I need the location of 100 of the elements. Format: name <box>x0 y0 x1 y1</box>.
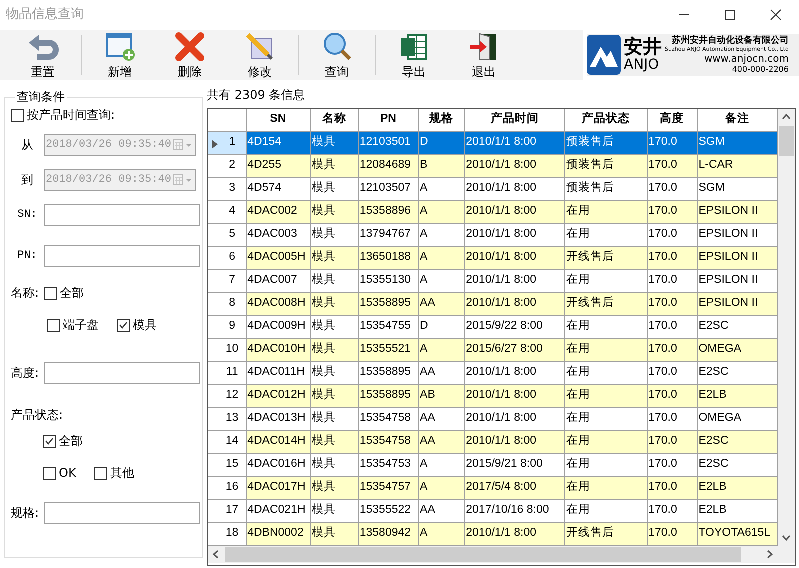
table-row[interactable]: 3 4D574 模具 12103507 A 2010/1/1 8:00 预装售后 170.0 SGM <box>208 177 778 200</box>
toolbar-button[interactable]: 退出 <box>449 31 519 79</box>
table-cell: 170.0 <box>647 522 698 545</box>
checkbox[interactable] <box>43 434 56 448</box>
current-row-triangle-icon <box>212 140 218 148</box>
checkbox[interactable] <box>47 318 60 332</box>
toolbar-button[interactable]: 修改 <box>225 31 295 79</box>
table-cell: 170.0 <box>647 177 698 200</box>
checkbox-label: OK <box>59 465 76 482</box>
column-header[interactable]: 产品状态 <box>564 109 648 131</box>
table-cell: 4DBN0002 <box>246 522 310 545</box>
logo-name: ANJO <box>624 57 660 73</box>
input-field[interactable] <box>44 245 200 267</box>
table-row[interactable]: 9 4DAC009H 模具 15354755 D 2015/9/22 8:00 在用 170.0 E2SC <box>208 315 778 338</box>
table-row[interactable]: 12 4DAC012H 模具 15358895 AB 2010/1/1 8:00 在用 170.0 E2LB <box>208 384 778 407</box>
table-row[interactable]: 6 4DAC005H 模具 13650188 A 2010/1/1 8:00 开线售后 170.0 EPSILON II <box>208 246 778 269</box>
company-name: 苏州安井自动化设备有限公司 <box>672 36 789 46</box>
table-cell: 170.0 <box>647 499 698 522</box>
table-row[interactable]: 16 4DAC017H 模具 15354757 A 2017/5/4 8:00 在用 170.0 E2LB <box>208 476 778 499</box>
table-cell: 模具 <box>310 315 358 338</box>
toolbar-button[interactable]: 删除 <box>155 31 225 79</box>
table-cell: 15355522 <box>358 499 419 522</box>
table-cell: 15355130 <box>358 269 419 292</box>
table-cell: 170.0 <box>647 384 698 407</box>
horizontal-scrollbar[interactable] <box>208 546 795 562</box>
table-row[interactable]: 1 4D154 模具 12103501 D 2010/1/1 8:00 预装售后 170.0 SGM <box>208 131 778 154</box>
table-cell: 预装售后 <box>564 154 648 177</box>
row-number: 15 <box>226 458 239 470</box>
table-cell: 13580942 <box>358 522 419 545</box>
close-icon[interactable] <box>770 9 782 21</box>
table-cell: 4D574 <box>246 177 310 200</box>
checkbox-label: 全部 <box>60 285 84 302</box>
table-row[interactable]: 5 4DAC003 模具 13794767 A 2010/1/1 8:00 在用 170.0 EPSILON II <box>208 223 778 246</box>
table-cell: EPSILON II <box>697 200 778 223</box>
scroll-thumb[interactable] <box>225 546 741 562</box>
column-header[interactable]: 备注 <box>697 109 778 131</box>
checkbox[interactable] <box>44 286 57 300</box>
table-cell: 4DAC003 <box>246 223 310 246</box>
row-number: 13 <box>226 412 239 424</box>
column-header[interactable]: PN <box>358 109 419 131</box>
table-cell: 2010/1/1 8:00 <box>464 430 565 453</box>
table-cell: 15354758 <box>358 430 419 453</box>
row-number: 5 <box>229 228 236 240</box>
checkbox-label: 模具 <box>133 317 157 334</box>
table-cell: L-CAR <box>697 154 778 177</box>
table-cell: 模具 <box>310 499 358 522</box>
column-header[interactable]: 产品时间 <box>464 109 565 131</box>
table-cell: 模具 <box>310 453 358 476</box>
input-field[interactable] <box>44 362 200 384</box>
maximize-icon[interactable] <box>724 9 736 21</box>
table-cell: 4DAC011H <box>246 361 310 384</box>
phone-number: 400-000-2206 <box>732 65 789 74</box>
table-cell: 模具 <box>310 361 358 384</box>
table-row[interactable]: 2 4D255 模具 12084689 B 2010/1/1 8:00 预装售后 170.0 L-CAR <box>208 154 778 177</box>
table-cell: 170.0 <box>647 131 698 154</box>
checkbox-label: 按产品时间查询: <box>27 107 116 124</box>
table-row[interactable]: 8 4DAC008H 模具 15358895 AA 2010/1/1 8:00 开线售后 170.0 EPSILON II <box>208 292 778 315</box>
table-cell: 15354755 <box>358 315 419 338</box>
table-cell: 模具 <box>310 522 358 545</box>
column-header[interactable]: 名称 <box>310 109 358 131</box>
table-row[interactable]: 7 4DAC007 模具 15355130 A 2010/1/1 8:00 在用 170.0 EPSILON II <box>208 269 778 292</box>
checkbox[interactable] <box>43 466 56 480</box>
table-cell: 2010/1/1 8:00 <box>464 407 565 430</box>
table-cell: 在用 <box>564 361 648 384</box>
table-cell: 13794767 <box>358 223 419 246</box>
toolbar-button[interactable]: 导出 <box>379 31 449 79</box>
checkbox[interactable] <box>117 318 130 332</box>
table-row[interactable]: 10 4DAC010H 模具 15355521 A 2015/6/27 8:00 在用 170.0 OMEGA <box>208 338 778 361</box>
table-cell: 在用 <box>564 384 648 407</box>
checkbox[interactable] <box>11 108 24 122</box>
table-cell: AA <box>418 430 465 453</box>
table-cell: 模具 <box>310 177 358 200</box>
column-header[interactable]: SN <box>246 109 310 131</box>
table-row[interactable]: 17 4DAC021H 模具 15355522 AA 2017/10/16 8:00 在用 170.0 E2LB <box>208 499 778 522</box>
column-header[interactable]: 规格 <box>418 109 465 131</box>
table-cell: 在用 <box>564 430 648 453</box>
table-cell: 2010/1/1 8:00 <box>464 223 565 246</box>
table-row[interactable]: 15 4DAC016H 模具 15354753 A 2015/9/21 8:00 在用 170.0 E2SC <box>208 453 778 476</box>
table-cell: B <box>418 154 465 177</box>
table-cell: 模具 <box>310 269 358 292</box>
toolbar-button[interactable]: 查询 <box>302 31 372 79</box>
check-icon <box>45 436 54 446</box>
scroll-thumb[interactable] <box>779 126 794 156</box>
table-row[interactable]: 4 4DAC002 模具 15358896 A 2010/1/1 8:00 在用 170.0 EPSILON II <box>208 200 778 223</box>
table-row[interactable]: 14 4DAC014H 模具 15354758 AA 2010/1/1 8:00 在用 170.0 E2SC <box>208 430 778 453</box>
table-cell: 4DAC007 <box>246 269 310 292</box>
table-row[interactable]: 11 4DAC011H 模具 15358895 AA 2010/1/1 8:00 在用 170.0 E2SC <box>208 361 778 384</box>
table-cell: 170.0 <box>647 407 698 430</box>
input-field[interactable] <box>44 502 200 524</box>
vertical-scrollbar[interactable] <box>778 109 795 546</box>
input-field[interactable] <box>44 204 200 226</box>
table-cell: A <box>418 338 465 361</box>
checkbox[interactable] <box>94 466 108 480</box>
table-cell: A <box>418 223 465 246</box>
toolbar-button[interactable]: 重置 <box>8 31 78 79</box>
table-row[interactable]: 18 4DBN0002 模具 13580942 A 2010/1/1 8:00 开线售后 170.0 TOYOTA615L <box>208 522 778 545</box>
toolbar-button[interactable]: 新增 <box>85 31 155 79</box>
table-row[interactable]: 13 4DAC013H 模具 15354758 AA 2010/1/1 8:00 在用 170.0 OMEGA <box>208 407 778 430</box>
table-cell: 15354753 <box>358 453 419 476</box>
column-header[interactable]: 高度 <box>647 109 698 131</box>
